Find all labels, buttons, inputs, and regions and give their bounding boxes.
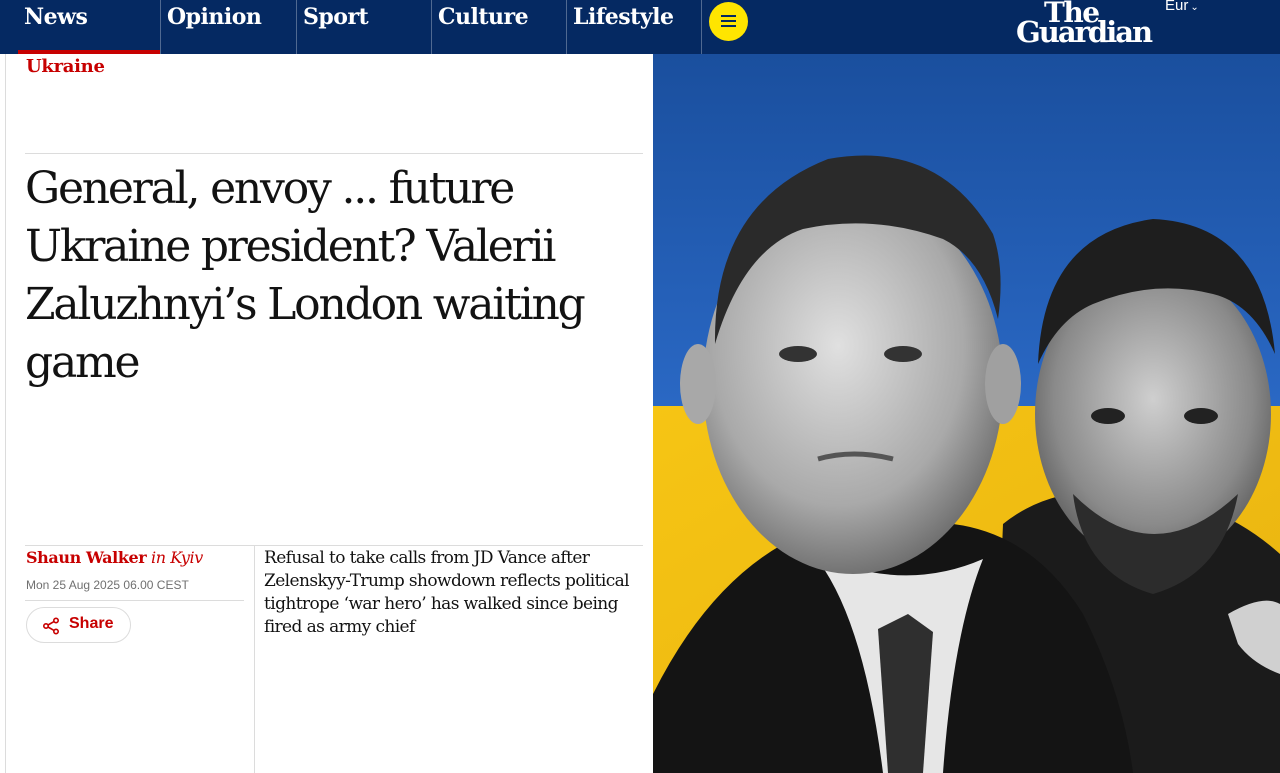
top-navigation: News Opinion Sport Culture Lifestyle The… [0, 0, 1280, 54]
nav-item-news[interactable]: News [18, 0, 160, 54]
hero-illustration [653, 54, 1280, 773]
nav-item-label: Culture [438, 4, 529, 30]
author-link[interactable]: Shaun Walker [26, 548, 147, 567]
logo-line-guardian: Guardian [1016, 15, 1153, 49]
nav-item-label: Sport [303, 4, 369, 30]
nav-item-label: News [24, 4, 88, 30]
divider [25, 153, 643, 154]
nav-item-culture[interactable]: Culture [431, 0, 566, 54]
nav-item-label: Opinion [167, 4, 262, 30]
guardian-logo[interactable]: The Guardian [1014, 0, 1164, 50]
active-indicator [18, 50, 160, 54]
section-link-ukraine[interactable]: Ukraine [26, 56, 105, 77]
article-headline: General, envoy ... future Ukraine presid… [25, 163, 586, 388]
article-standfirst: Refusal to take calls from JD Vance afte… [264, 548, 630, 637]
hero-image [653, 54, 1280, 773]
divider [25, 600, 244, 601]
nav-item-lifestyle[interactable]: Lifestyle [566, 0, 702, 54]
nav-item-label: Lifestyle [573, 4, 674, 30]
nav-item-sport[interactable]: Sport [296, 0, 431, 54]
share-button[interactable]: Share [26, 607, 131, 643]
edition-label: Eur [1165, 0, 1189, 14]
nav-item-opinion[interactable]: Opinion [160, 0, 296, 54]
edition-selector[interactable]: Eur ⌄ [1165, 0, 1199, 14]
divider [25, 545, 643, 546]
publish-date: Mon 25 Aug 2025 06.00 CEST [26, 578, 189, 592]
column-divider [5, 54, 6, 773]
share-icon [42, 617, 60, 635]
byline-location: in Kyiv [151, 548, 203, 567]
share-label: Share [69, 615, 114, 632]
menu-button[interactable] [709, 2, 748, 41]
meta-column-divider [254, 546, 255, 773]
byline: Shaun Walker in Kyiv [26, 548, 203, 567]
chevron-down-icon: ⌄ [1190, 2, 1199, 13]
